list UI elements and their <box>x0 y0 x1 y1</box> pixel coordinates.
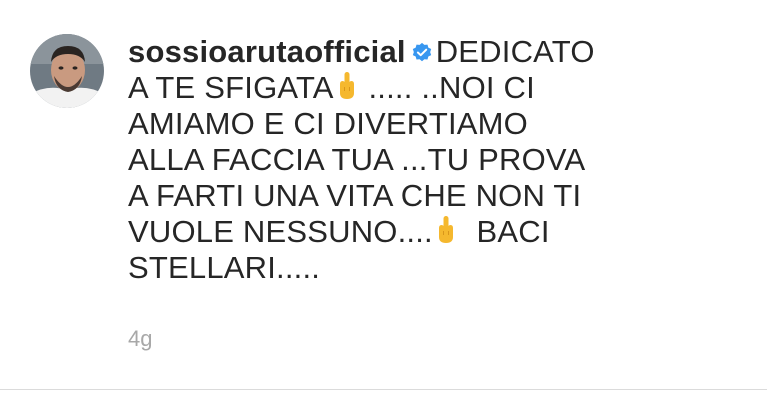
comment-text: BACI <box>458 214 550 249</box>
comment-line-5: A FARTI UNA VITA CHE NON TI <box>128 178 648 214</box>
comment-text: STELLARI..... <box>128 250 321 285</box>
comment-text: ALLA FACCIA TUA ...TU PROVA <box>128 142 586 177</box>
avatar[interactable] <box>30 34 104 108</box>
verified-badge-icon <box>411 36 433 62</box>
middle-finger-icon <box>435 215 457 245</box>
comment-text: AMIAMO E CI DIVERTIAMO <box>128 106 528 141</box>
comment-line-4: ALLA FACCIA TUA ...TU PROVA <box>128 142 648 178</box>
username-link[interactable]: sossioarutaofficial <box>128 34 406 69</box>
avatar-photo <box>30 34 104 108</box>
comment-text: A FARTI UNA VITA CHE NON TI <box>128 178 582 213</box>
divider <box>0 389 767 390</box>
comment-text: ..... ..NOI CI <box>359 70 535 105</box>
comment-line-1: sossioarutaofficial DEDICATO <box>128 34 648 70</box>
comment-line-6: VUOLE NESSUNO.... BACI <box>128 214 648 250</box>
comment-line-3: AMIAMO E CI DIVERTIAMO <box>128 106 648 142</box>
comment: sossioarutaofficial DEDICATO A TE SFIGATA… <box>0 0 767 394</box>
comment-line-7: STELLARI..... <box>128 250 648 286</box>
comment-text: VUOLE NESSUNO.... <box>128 214 433 249</box>
middle-finger-icon <box>336 71 358 101</box>
comment-line-2: A TE SFIGATA ..... ..NOI CI <box>128 70 648 106</box>
comment-text: A TE SFIGATA <box>128 70 334 105</box>
comment-text: DEDICATO <box>435 34 595 69</box>
comment-timestamp[interactable]: 4g <box>128 326 152 352</box>
comment-body: sossioarutaofficial DEDICATO A TE SFIGATA… <box>128 34 648 286</box>
